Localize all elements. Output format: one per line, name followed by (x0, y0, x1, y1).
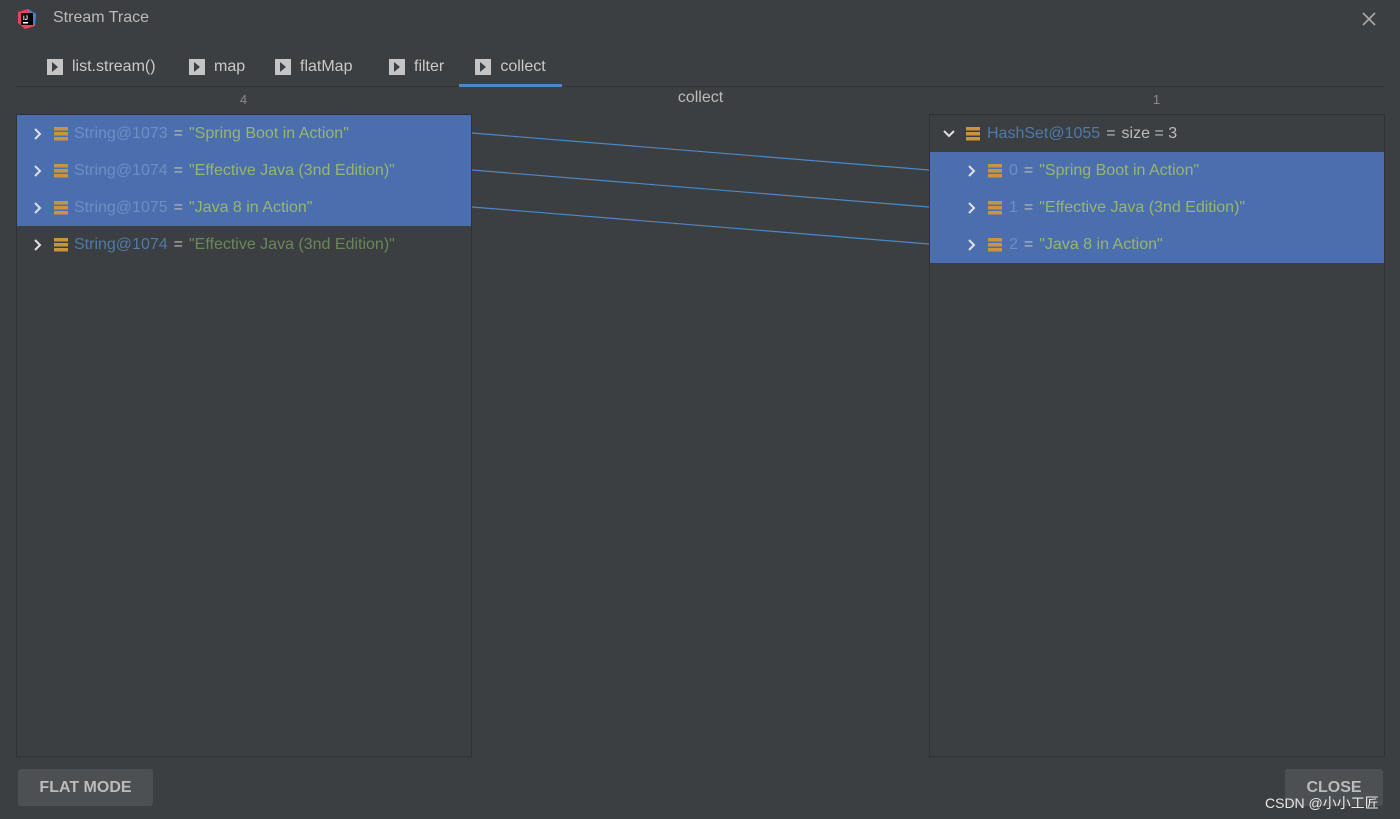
tab-label: map (214, 58, 246, 75)
list-item[interactable]: 2 = "Java 8 in Action" (930, 226, 1384, 263)
item-value: "Effective Java (3nd Edition)" (188, 161, 395, 179)
item-name: String@1073 (74, 124, 168, 142)
item-value: size = 3 (1121, 124, 1178, 142)
tab-label: collect (500, 58, 546, 75)
chevron-right-icon[interactable] (963, 199, 981, 217)
tab-map[interactable]: map (189, 48, 245, 86)
step-icon (275, 59, 291, 75)
mapping-line (471, 206, 930, 245)
tab-label: filter (414, 58, 445, 75)
field-icon (54, 163, 68, 177)
active-tab-indicator (459, 84, 562, 87)
item-value: "Java 8 in Action" (1039, 235, 1163, 253)
equals-sign: = (173, 198, 183, 216)
equals-sign: = (1023, 161, 1034, 179)
tab-label: list.stream() (72, 58, 156, 75)
tab-filter[interactable]: filter (389, 48, 444, 86)
list-item[interactable]: 0 = "Spring Boot in Action" (930, 152, 1384, 189)
item-name: String@1074 (74, 235, 168, 253)
chevron-right-icon[interactable] (29, 162, 47, 180)
chevron-down-icon[interactable] (940, 125, 958, 143)
right-count: 1 (1152, 92, 1161, 107)
tab-label: flatMap (300, 58, 353, 75)
svg-text:IJ: IJ (23, 16, 28, 22)
list-item[interactable]: String@1073 = "Spring Boot in Action" (17, 115, 471, 152)
list-item[interactable]: String@1075 = "Java 8 in Action" (17, 189, 471, 226)
item-value: "Effective Java (3nd Edition)" (188, 235, 395, 253)
stream-step-tabs: list.stream() map flatMap filter collect (16, 48, 1384, 87)
step-icon (189, 59, 205, 75)
item-name: 1 (1009, 198, 1018, 216)
list-item[interactable]: String@1074 = "Effective Java (3nd Editi… (17, 152, 471, 189)
item-name: HashSet@1055 (987, 124, 1101, 142)
title-bar: IJ Stream Trace (0, 0, 1400, 38)
item-name: 0 (1009, 161, 1018, 179)
chevron-right-icon[interactable] (963, 162, 981, 180)
field-icon (988, 163, 1002, 177)
item-value: "Java 8 in Action" (188, 198, 313, 216)
equals-sign: = (173, 235, 183, 253)
step-title: collect (677, 89, 724, 106)
window-title: Stream Trace (53, 9, 150, 26)
item-name: String@1075 (74, 198, 168, 216)
item-value: "Spring Boot in Action" (188, 124, 349, 142)
intellij-logo-icon: IJ (18, 9, 36, 29)
field-icon (54, 126, 68, 140)
left-count: 4 (239, 92, 248, 107)
field-icon (988, 200, 1002, 214)
equals-sign: = (1023, 235, 1034, 253)
item-value: "Spring Boot in Action" (1039, 161, 1200, 179)
item-value: "Effective Java (3nd Edition)" (1039, 198, 1246, 216)
mapping-line (471, 132, 930, 171)
watermark: CSDN @小小工匠 (1265, 795, 1379, 811)
list-item[interactable]: String@1074 = "Effective Java (3nd Editi… (17, 226, 471, 263)
tab-collect[interactable]: collect (459, 48, 562, 87)
equals-sign: = (1106, 124, 1116, 142)
chevron-right-icon[interactable] (963, 236, 981, 254)
tab-flatmap[interactable]: flatMap (275, 48, 352, 86)
equals-sign: = (173, 161, 183, 179)
step-icon (475, 59, 492, 75)
item-name: 2 (1009, 235, 1018, 253)
close-window-icon[interactable] (1358, 8, 1380, 30)
chevron-right-icon[interactable] (29, 236, 47, 254)
flat-mode-button[interactable]: FLAT MODE (18, 769, 153, 806)
step-icon (47, 59, 63, 75)
chevron-right-icon[interactable] (29, 125, 47, 143)
equals-sign: = (173, 124, 183, 142)
item-name: String@1074 (74, 161, 168, 179)
input-values-panel[interactable]: String@1073 = "Spring Boot in Action" St… (16, 114, 472, 757)
field-icon (54, 237, 68, 251)
tab-list-stream[interactable]: list.stream() (47, 48, 156, 86)
list-item[interactable]: 1 = "Effective Java (3nd Edition)" (930, 189, 1384, 226)
step-icon (389, 59, 405, 75)
result-panel[interactable]: HashSet@1055 = size = 3 0 = "Spring Boot… (929, 114, 1385, 757)
hashset-root-row[interactable]: HashSet@1055 = size = 3 (930, 115, 1384, 152)
chevron-right-icon[interactable] (29, 199, 47, 217)
equals-sign: = (1023, 198, 1034, 216)
field-icon (54, 200, 68, 214)
field-icon (966, 126, 980, 140)
mapping-line (471, 169, 930, 208)
field-icon (988, 237, 1002, 251)
